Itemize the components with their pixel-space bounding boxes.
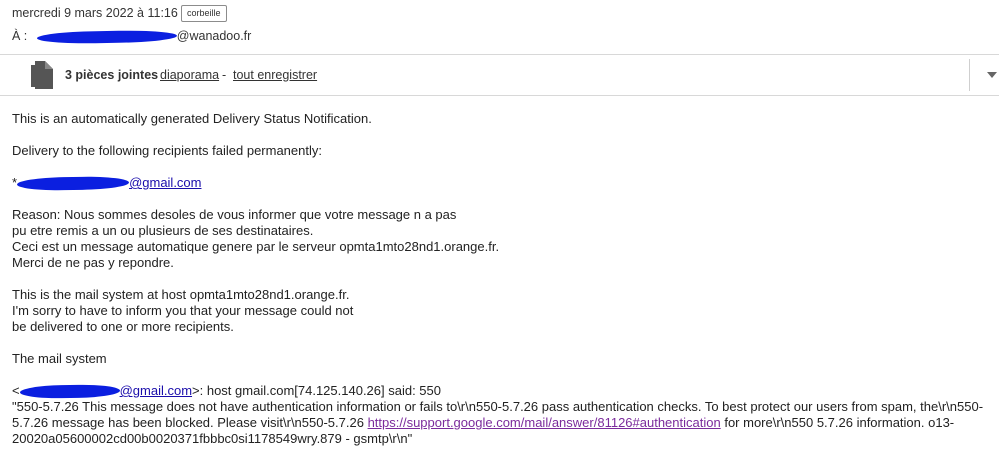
redaction-mark [16, 176, 130, 192]
recipient-email-link[interactable]: @gmail.com [129, 175, 201, 190]
recipient-row: À : @wanadoo.fr [12, 29, 252, 44]
diag-open: < [12, 383, 20, 398]
slideshow-link[interactable]: diaporama [160, 68, 219, 82]
diagnostic-header: < @gmail.com>: host gmail.com[74.125.140.… [12, 383, 992, 399]
mail-system-line: I'm sorry to have to inform you that you… [12, 303, 354, 318]
message-header: mercredi 9 mars 2022 à 11:16 corbeille À… [0, 0, 999, 55]
divider [969, 59, 970, 91]
reason-line: pu etre remis a un ou plusieurs de ses d… [12, 223, 314, 238]
signoff: The mail system [12, 351, 107, 366]
body-line: This is an automatically generated Deliv… [12, 111, 372, 126]
recipient-domain: @wanadoo.fr [176, 29, 252, 43]
diag-rest: >: host gmail.com[74.125.140.26] said: 5… [192, 383, 441, 398]
redaction-mark [36, 29, 177, 44]
mail-system-line: be delivered to one or more recipients. [12, 319, 234, 334]
document-icon[interactable] [31, 61, 53, 89]
message-body: This is an automatically generated Deliv… [12, 111, 992, 447]
recipient-prefix: * [12, 175, 18, 190]
diagnostic-text: "550-5.7.26 This message does not have a… [12, 399, 992, 447]
reason-line: Merci de ne pas y repondre. [12, 255, 174, 270]
attachment-count: 3 pièces jointes [65, 68, 159, 82]
to-label: À : [12, 29, 28, 43]
reason-line: Ceci est un message automatique genere p… [12, 239, 500, 254]
attachments-bar: 3 pièces jointes diaporama - tout enregi… [0, 55, 999, 96]
save-all-link[interactable]: tout enregistrer [233, 68, 317, 82]
failed-recipient: * @gmail.com [12, 175, 992, 192]
diag-email-link[interactable]: @gmail.com [120, 383, 192, 398]
mail-system-line: This is the mail system at host opmta1mt… [12, 287, 350, 302]
reason-line: Reason: Nous sommes desoles de vous info… [12, 207, 457, 222]
folder-tag[interactable]: corbeille [181, 5, 227, 22]
link-separator: - [222, 68, 227, 82]
body-line: Delivery to the following recipients fai… [12, 143, 322, 158]
redaction-mark [19, 384, 120, 399]
message-date: mercredi 9 mars 2022 à 11:16 [12, 6, 178, 20]
chevron-down-icon[interactable] [987, 72, 997, 78]
support-link[interactable]: https://support.google.com/mail/answer/8… [368, 415, 721, 430]
